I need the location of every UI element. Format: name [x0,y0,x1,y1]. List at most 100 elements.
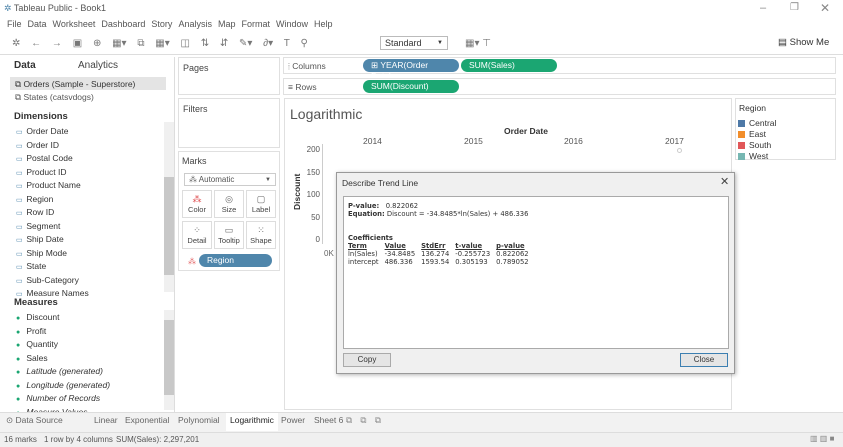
status-dims: 1 row by 4 columns [44,435,113,444]
coef-header: p-value [496,242,525,250]
p-value-label: P-value: [348,202,380,210]
measure-field[interactable]: ● Number of Records [16,393,100,403]
marks-size-button[interactable]: ◎ Size [214,190,244,218]
menu-map[interactable]: Map [218,19,236,29]
legend-item[interactable]: East [738,129,766,139]
source-orders[interactable]: ⧉ Orders (Sample - Superstore) [15,79,135,90]
rows-text: Rows [295,82,317,92]
new-sheet-icons[interactable]: ⧉ ⧉ ⧉ [346,415,381,426]
menu-window[interactable]: Window [276,19,308,29]
mark-type-dropdown[interactable]: ⁂ Automatic ▼ [184,173,276,186]
tab-analytics[interactable]: Analytics [78,60,118,71]
marks-shape-button[interactable]: ⁙ Shape [246,221,276,249]
coef-row: ln(Sales) -34.8485 136.274 -0.255723 0.82206… [348,250,535,258]
y-tick: 0 [315,235,320,244]
legend-swatch [738,142,745,149]
menu-format[interactable]: Format [241,19,270,29]
tab-data-source[interactable]: ⊙ Data Source [6,415,63,426]
field-label: Product Name [26,180,81,190]
dimension-field[interactable]: ▭ Ship Mode [16,248,67,258]
dimensions-scrollbar[interactable] [164,122,174,292]
marks-detail-button[interactable]: ⁘ Detail [182,221,212,249]
column-pill-sales[interactable]: SUM(Sales) [461,59,557,72]
menu-dashboard[interactable]: Dashboard [101,19,145,29]
menu-file[interactable]: File [7,19,22,29]
legend-label: South [749,140,772,150]
pages-card[interactable]: Pages [178,57,280,95]
menu-data[interactable]: Data [28,19,47,29]
measure-field[interactable]: ● Discount [16,312,59,322]
close-button[interactable]: Close [680,353,728,367]
toolbar-icons[interactable]: ✲ ← → ▣ ⊕ ▦▾ ⧉ ▦▾ ◫ ⇅ ⇵ ✎▾ ∂▾ T ⚲ [12,38,382,49]
y-tick: 150 [306,167,320,177]
trend-description-text[interactable]: P-value: 0.822062 Equation: Discount = -… [343,196,729,349]
legend-item[interactable]: South [738,140,771,150]
tab-exponential[interactable]: Exponential [123,415,171,425]
columns-text: Columns [292,61,326,71]
tab-logarithmic[interactable]: Logarithmic [226,413,278,431]
coef-cell: -34.8485 [384,250,416,258]
presentation-icons[interactable]: ▦▾ ⊤ [465,38,491,49]
show-me-button[interactable]: ▤ Show Me [778,37,829,48]
region-pill[interactable]: Region [199,254,272,267]
button-label: Size [221,205,237,214]
show-me-label: Show Me [789,37,830,48]
column-pill-year[interactable]: ⊞ YEAR(Order Date) [363,59,459,81]
field-label: State [26,261,47,271]
dimension-field[interactable]: ▭ Order Date [16,126,68,136]
coef-header: Term [348,242,367,250]
marks-tooltip-button[interactable]: ▭ Tooltip [214,221,244,249]
tab-sheet-6[interactable]: Sheet 6 [312,415,345,425]
dimension-field[interactable]: ▭ Region [16,194,53,204]
marks-color-button[interactable]: ⁂ Color [182,190,212,218]
color-icon: ⁂ [192,194,202,204]
dimension-field[interactable]: ▭ Product Name [16,180,81,190]
tooltip-icon: ▭ [224,225,234,235]
data-point[interactable] [677,148,682,153]
field-label: Ship Mode [26,247,68,258]
legend-item[interactable]: West [738,151,768,161]
dimension-field[interactable]: ▭ Postal Code [16,153,73,163]
measure-field[interactable]: ● Longitude (generated) [16,380,110,390]
measure-field[interactable]: ● Quantity [16,339,58,349]
dimension-field[interactable]: ▭ Sub-Category [16,275,79,285]
coefficients-table: Term Value StdErr t-value p-value ln(Sales) -3… [348,242,535,266]
menu-story[interactable]: Story [151,19,172,29]
dimension-field[interactable]: ▭ Ship Date [16,234,64,244]
tab-power[interactable]: Power [279,415,307,425]
view-mode-icons[interactable]: ▥ ▥ ■ [810,434,834,443]
menu-bar: File Data Worksheet Dashboard Story Analysis M… [7,19,339,29]
fit-dropdown[interactable]: Standard ▼ [380,36,448,50]
dimension-field[interactable]: ▭ Segment [16,221,60,231]
order-date-header: Order Date [504,126,548,136]
measures-scrollbar[interactable] [164,310,174,410]
marks-label-button[interactable]: ▢ Label [246,190,276,218]
measure-field[interactable]: ● Profit [16,326,46,336]
tab-linear[interactable]: Linear [92,415,120,425]
legend-item[interactable]: Central [738,118,776,128]
field-label: Ship Date [26,234,64,244]
restore-button[interactable]: ❐ [790,2,799,13]
dialog-close-icon[interactable]: ✕ [720,175,729,188]
measure-field[interactable]: ● Latitude (generated) [16,366,103,376]
menu-help[interactable]: Help [314,19,333,29]
dimension-field[interactable]: ▭ Row ID [16,207,54,217]
coef-cell: ln(Sales) [348,250,378,258]
button-label: Shape [250,236,272,245]
dimension-field[interactable]: ▭ State [16,261,46,271]
copy-button[interactable]: Copy [343,353,391,367]
row-pill-discount[interactable]: SUM(Discount) [363,80,459,93]
tab-data[interactable]: Data [14,60,36,71]
menu-worksheet[interactable]: Worksheet [53,19,96,29]
status-sum: SUM(Sales): 2,297,201 [116,435,200,444]
dimension-field[interactable]: ▭ Product ID [16,167,67,177]
filters-label: Filters [183,104,208,114]
menu-analysis[interactable]: Analysis [178,19,212,29]
tab-polynomial[interactable]: Polynomial [176,415,222,425]
close-window-button[interactable]: ✕ [820,1,830,15]
source-states[interactable]: ⧉ States (catsvdogs) [15,92,94,103]
filters-card[interactable]: Filters [178,98,280,148]
dimension-field[interactable]: ▭ Order ID [16,140,59,150]
measure-field[interactable]: ● Sales [16,353,48,363]
minimize-button[interactable]: – [760,2,766,14]
